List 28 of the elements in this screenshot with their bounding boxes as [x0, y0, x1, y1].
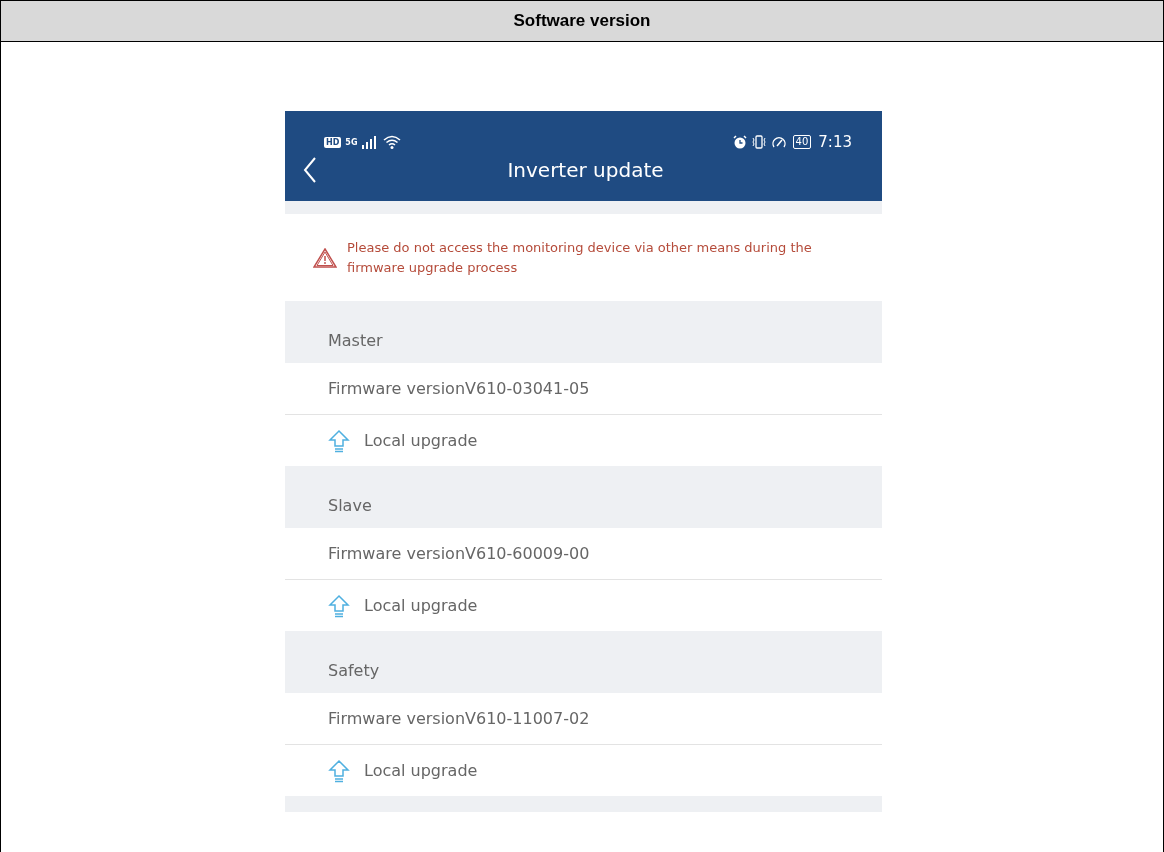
local-upgrade-row[interactable]: Local upgrade	[285, 580, 882, 631]
firmware-version: Firmware versionV610-11007-02	[328, 709, 590, 728]
upload-arrow-icon	[328, 758, 350, 783]
firmware-version: Firmware versionV610-03041-05	[328, 379, 590, 398]
hd-badge: HD	[324, 136, 342, 148]
table-heading: Software version	[513, 11, 651, 31]
alarm-icon	[732, 135, 747, 149]
vibrate-icon	[750, 135, 767, 149]
section-title: Safety	[328, 661, 380, 680]
section-title: Master	[328, 331, 383, 350]
upload-arrow-icon	[328, 593, 350, 618]
screen-title: Inverter update	[506, 158, 665, 182]
local-upgrade-label: Local upgrade	[364, 431, 478, 450]
network-label: 5G	[345, 137, 358, 147]
status-time: 7:13	[818, 133, 852, 151]
battery-indicator: 40	[792, 135, 812, 149]
warning-icon	[313, 247, 337, 268]
back-icon[interactable]	[303, 157, 317, 183]
wifi-icon	[383, 135, 402, 149]
speedometer-icon	[770, 135, 787, 149]
local-upgrade-label: Local upgrade	[364, 596, 478, 615]
section-title: Slave	[328, 496, 372, 515]
local-upgrade-row[interactable]: Local upgrade	[285, 415, 882, 466]
local-upgrade-row[interactable]: Local upgrade	[285, 745, 882, 796]
warning-text: Please do not access the monitoring device via other means during the firmware upgrade process	[347, 238, 813, 277]
upload-arrow-icon	[328, 428, 350, 453]
firmware-version: Firmware versionV610-60009-00	[328, 544, 590, 563]
local-upgrade-label: Local upgrade	[364, 761, 478, 780]
